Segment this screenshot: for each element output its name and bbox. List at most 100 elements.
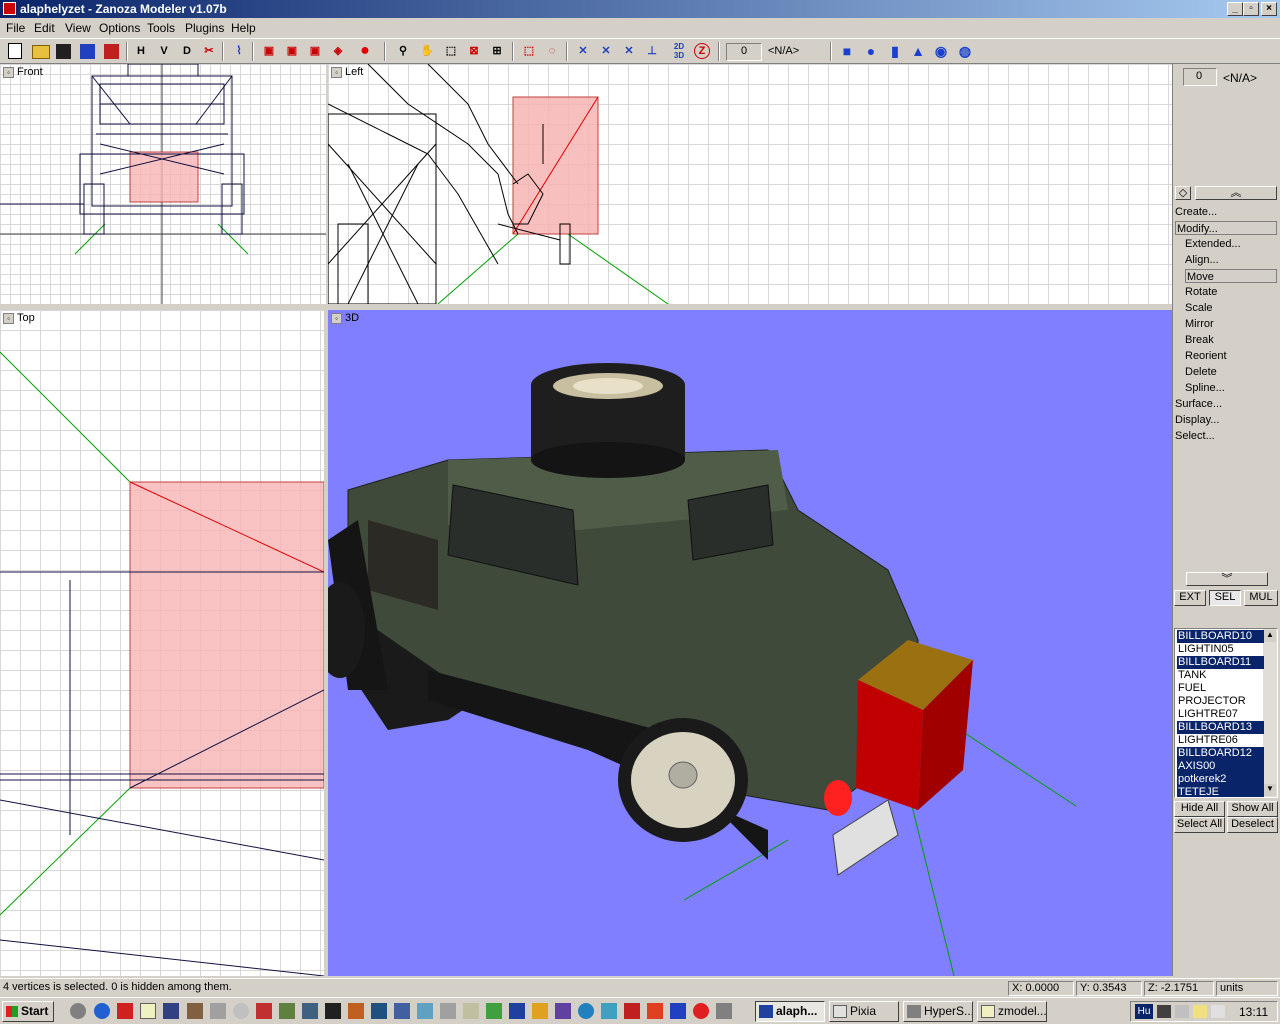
select-rect-icon[interactable]: ⬚ <box>520 42 538 60</box>
panel-menu-item[interactable]: Break <box>1185 333 1214 347</box>
open-folder-icon[interactable] <box>32 45 50 59</box>
panel-menu-item[interactable]: Mirror <box>1185 317 1214 331</box>
move-vertex-icon[interactable]: ✕ <box>574 42 592 60</box>
scroll-down-icon[interactable]: ▼ <box>1264 784 1276 796</box>
menu-edit[interactable]: Edit <box>34 21 55 35</box>
quicklaunch-app15-icon[interactable] <box>578 1003 594 1019</box>
quicklaunch-notepad-icon[interactable] <box>140 1003 156 1019</box>
quicklaunch-tool-icon[interactable] <box>187 1003 203 1019</box>
panel-menu-item[interactable]: Extended... <box>1185 237 1241 251</box>
panel-toggle-icon[interactable]: ◇ <box>1175 186 1191 200</box>
menu-plugins[interactable]: Plugins <box>185 21 224 35</box>
quicklaunch-app19-icon[interactable] <box>693 1003 709 1019</box>
viewport-menu-icon[interactable]: ◦ <box>331 312 342 324</box>
select-circle-icon[interactable]: ◌ <box>543 42 561 60</box>
panel-menu-item[interactable]: Modify... <box>1175 221 1277 235</box>
panel-menu-item[interactable]: Reorient <box>1185 349 1227 363</box>
restore-button[interactable]: ▫ <box>1243 2 1259 16</box>
cylinder-primitive-icon[interactable]: ▮ <box>886 42 904 60</box>
mode-sel-button[interactable]: SEL <box>1209 590 1241 606</box>
quicklaunch-app14-icon[interactable] <box>555 1003 571 1019</box>
zoom-extents-icon[interactable]: ⬚ <box>442 42 460 60</box>
close-button[interactable]: × <box>1261 2 1277 16</box>
quicklaunch-app11-icon[interactable] <box>486 1003 502 1019</box>
viewport-left[interactable]: ◦ Left <box>328 64 1172 304</box>
mode-mul-button[interactable]: MUL <box>1244 590 1278 606</box>
panel-menu-item[interactable]: Delete <box>1185 365 1217 379</box>
scissors-icon[interactable]: ✂ <box>200 42 218 60</box>
z-axis-icon[interactable]: Z <box>694 43 710 59</box>
object-list-item[interactable]: TANK <box>1177 669 1264 682</box>
object-list[interactable]: ▲ ▼ BILLBOARD10 LIGHTIN05 BILLBOARD11 TANK F… <box>1174 628 1278 798</box>
cube-primitive-icon[interactable]: ■ <box>838 42 856 60</box>
quicklaunch-app16-icon[interactable] <box>601 1003 617 1019</box>
object-list-item[interactable]: BILLBOARD11 <box>1177 656 1264 669</box>
object-list-item[interactable]: BILLBOARD12 <box>1177 747 1264 760</box>
select-all-button[interactable]: Select All <box>1174 817 1225 833</box>
sphere-primitive-icon[interactable]: ● <box>862 42 880 60</box>
quicklaunch-app8-icon[interactable] <box>417 1003 433 1019</box>
panel-menu-item[interactable]: Align... <box>1185 253 1219 267</box>
panel-menu-item[interactable]: Scale <box>1185 301 1213 315</box>
tray-plane-icon[interactable] <box>1157 1005 1171 1018</box>
zoom-all-icon[interactable]: ⊞ <box>488 42 506 60</box>
quicklaunch-app5-icon[interactable] <box>348 1003 364 1019</box>
quicklaunch-app18-icon[interactable] <box>647 1003 663 1019</box>
object-list-scrollbar[interactable]: ▲ ▼ <box>1263 629 1277 797</box>
panel-menu-item[interactable]: Rotate <box>1185 285 1217 299</box>
quicklaunch-cd-icon[interactable] <box>233 1003 249 1019</box>
object-list-item[interactable]: LIGHTRE06 <box>1177 734 1264 747</box>
object-list-item[interactable]: BILLBOARD10 <box>1177 630 1264 643</box>
panel-menu-item[interactable]: Surface... <box>1175 397 1222 411</box>
quicklaunch-app20-icon[interactable] <box>716 1003 732 1019</box>
panel-menu-item[interactable]: Create... <box>1175 205 1217 219</box>
quicklaunch-app7-icon[interactable] <box>394 1003 410 1019</box>
quicklaunch-app13-icon[interactable] <box>532 1003 548 1019</box>
zoom-icon[interactable]: ⚲ <box>394 42 412 60</box>
viewport-top[interactable]: ◦ Top <box>0 310 324 976</box>
quicklaunch-app1-icon[interactable] <box>256 1003 272 1019</box>
new-file-icon[interactable] <box>8 43 22 59</box>
quicklaunch-app2-icon[interactable] <box>279 1003 295 1019</box>
tray-volume-icon[interactable] <box>1211 1005 1225 1018</box>
panel-menu-item[interactable]: Select... <box>1175 429 1215 443</box>
quicklaunch-3d-icon[interactable] <box>670 1003 686 1019</box>
box-flat-icon[interactable]: ▣ <box>306 42 324 60</box>
viewport-menu-icon[interactable]: ◦ <box>331 66 342 78</box>
quicklaunch-opera-icon[interactable] <box>117 1003 133 1019</box>
hide-button[interactable]: H <box>132 42 150 60</box>
box-wire-icon[interactable]: ▣ <box>260 42 278 60</box>
app-icon[interactable] <box>3 2 16 15</box>
scroll-up-icon[interactable]: ▲ <box>1264 630 1276 642</box>
torus-primitive-icon[interactable]: ◉ <box>932 42 950 60</box>
object-list-item[interactable]: potkerek2 <box>1177 773 1264 786</box>
object-list-item[interactable]: LIGHTRE07 <box>1177 708 1264 721</box>
axis-icon[interactable]: ⊥ <box>643 42 661 60</box>
quicklaunch-app4-icon[interactable] <box>325 1003 341 1019</box>
quicklaunch-app10-icon[interactable] <box>463 1003 479 1019</box>
mode-ext-button[interactable]: EXT <box>1174 590 1206 606</box>
object-list-item[interactable]: BILLBOARD13 <box>1177 721 1264 734</box>
viewport-front[interactable]: ◦ Front <box>0 64 326 304</box>
quicklaunch-app3-icon[interactable] <box>302 1003 318 1019</box>
object-list-item[interactable]: FUEL <box>1177 682 1264 695</box>
task-zanoza[interactable]: alaph... <box>755 1001 825 1022</box>
view-button[interactable]: V <box>155 42 173 60</box>
cone-primitive-icon[interactable]: ▲ <box>909 42 927 60</box>
export-icon[interactable] <box>104 44 119 59</box>
panel-spinner[interactable]: 0 <box>1183 68 1217 86</box>
toolbar-spinner[interactable]: 0 <box>726 43 762 61</box>
2d-3d-toggle-icon[interactable]: 2D 3D <box>670 42 688 60</box>
start-button[interactable]: Start <box>2 1001 54 1022</box>
menu-file[interactable]: File <box>6 21 25 35</box>
menu-tools[interactable]: Tools <box>147 21 175 35</box>
quicklaunch-ie-icon[interactable] <box>94 1003 110 1019</box>
delete-button[interactable]: D <box>178 42 196 60</box>
hide-all-button[interactable]: Hide All <box>1174 801 1225 817</box>
save-icon[interactable] <box>56 44 71 59</box>
viewport-menu-icon[interactable]: ◦ <box>3 312 14 324</box>
task-hypersnap[interactable]: HyperS... <box>903 1001 973 1022</box>
viewport-3d[interactable]: ◦ 3D <box>328 310 1172 976</box>
quicklaunch-app17-icon[interactable] <box>624 1003 640 1019</box>
object-list-item[interactable]: AXIS00 <box>1177 760 1264 773</box>
